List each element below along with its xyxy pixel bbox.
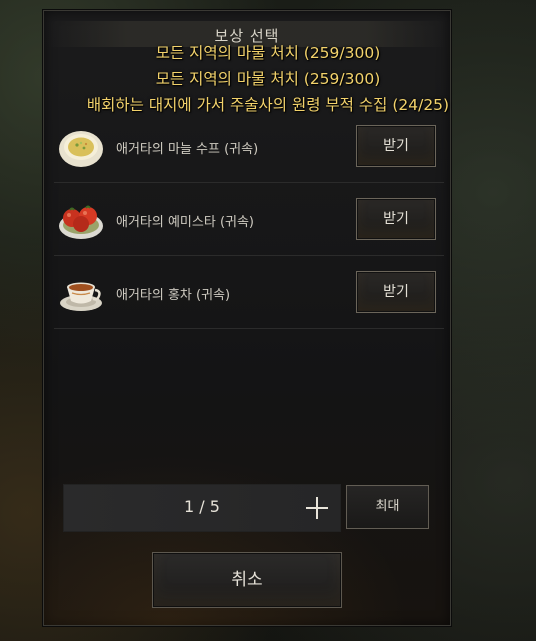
reward-item-yemista: 애거타의 예미스타 (귀속) 받기 (54, 183, 444, 256)
claim-button[interactable]: 받기 (356, 198, 436, 240)
max-button[interactable]: 최대 (346, 485, 429, 529)
reward-list: 애거타의 마늘 수프 (귀속) 받기 애거타의 예미스타 (귀속) 받기 애거타… (54, 110, 444, 329)
reward-item-black-tea: 애거타의 홍차 (귀속) 받기 (54, 256, 444, 329)
reward-item-name: 애거타의 예미스타 (귀속) (116, 215, 255, 230)
reward-item-name: 애거타의 홍차 (귀속) (116, 288, 231, 303)
quantity-value: 1 / 5 (184, 497, 220, 516)
claim-button[interactable]: 받기 (356, 271, 436, 313)
reward-item-garlic-soup: 애거타의 마늘 수프 (귀속) 받기 (54, 110, 444, 183)
claim-button[interactable]: 받기 (356, 125, 436, 167)
quantity-stepper: 1 / 5 (63, 484, 341, 532)
quest-notice-1: 모든 지역의 마물 처치 (259/300) (155, 44, 381, 62)
reward-item-name: 애거타의 마늘 수프 (귀속) (116, 142, 259, 157)
quest-notice-2: 모든 지역의 마물 처치 (259/300) (155, 70, 381, 88)
cancel-button[interactable]: 취소 (152, 552, 342, 608)
plus-icon[interactable] (300, 491, 334, 525)
soup-icon (58, 125, 104, 169)
tomato-dish-icon (58, 198, 104, 242)
quest-notice-3: 배회하는 대지에 가서 주술사의 원령 부적 수집 (24/25) (86, 96, 450, 114)
tea-cup-icon (58, 271, 104, 315)
